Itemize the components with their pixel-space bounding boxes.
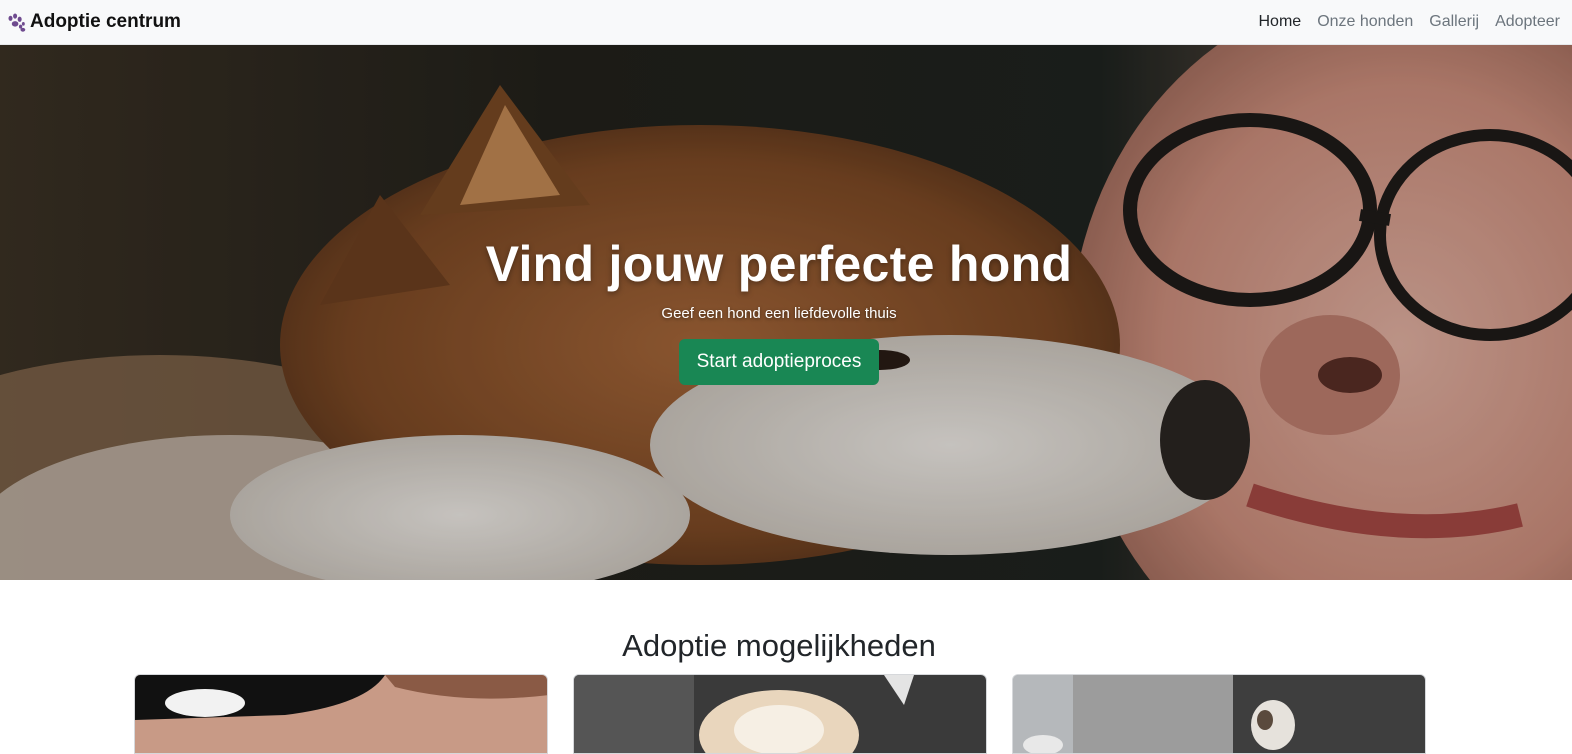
- hero-banner: Vind jouw perfecte hond Geef een hond ee…: [0, 45, 1572, 580]
- navbar: Adoptie centrum Home Onze honden Galleri…: [0, 0, 1572, 45]
- dog-photo-3: [1013, 675, 1425, 753]
- dog-photo-2: [574, 675, 986, 753]
- adoption-card-2[interactable]: [573, 674, 987, 754]
- hero-subtitle: Geef een hond een liefdevolle thuis: [661, 305, 897, 322]
- section-title: Adoptie mogelijkheden: [622, 628, 936, 663]
- start-adoption-button[interactable]: Start adoptieproces: [678, 339, 880, 385]
- main-nav: Home Onze honden Gallerij Adopteer: [1251, 13, 1569, 31]
- paw-icon: [8, 13, 26, 32]
- brand[interactable]: Adoptie centrum: [5, 11, 181, 33]
- hero-content: Vind jouw perfecte hond Geef een hond ee…: [0, 235, 1572, 385]
- nav-link-onze-honden[interactable]: Onze honden: [1309, 13, 1421, 31]
- dog-photo-1: [135, 675, 547, 753]
- brand-label: Adoptie centrum: [30, 11, 181, 32]
- adoption-card-1[interactable]: [134, 674, 548, 754]
- hero-title: Vind jouw perfecte hond: [485, 236, 1073, 292]
- adoption-card-3[interactable]: [1012, 674, 1426, 754]
- nav-link-home[interactable]: Home: [1251, 13, 1310, 31]
- nav-link-adopteer[interactable]: Adopteer: [1487, 13, 1568, 31]
- nav-link-gallerij[interactable]: Gallerij: [1421, 13, 1487, 31]
